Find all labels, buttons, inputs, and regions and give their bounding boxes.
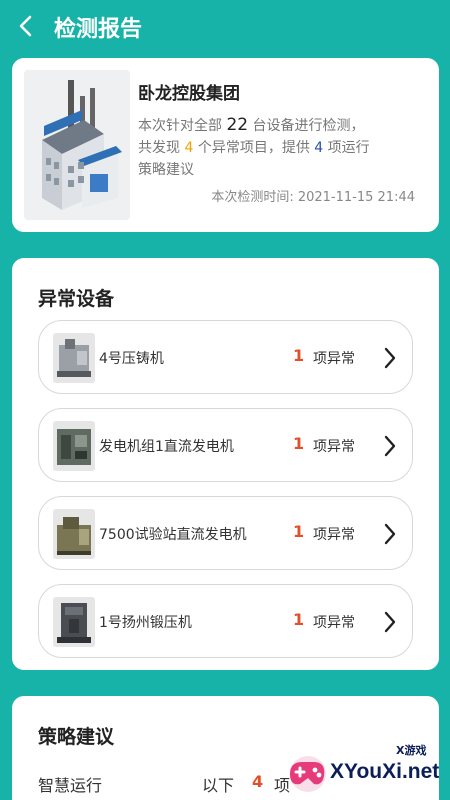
device-name: 7500试验站直流发电机	[99, 527, 247, 543]
abnormal-unit: 项异常	[313, 527, 355, 543]
top-bar: 检测报告	[0, 0, 450, 52]
device-name: 发电机组1直流发电机	[99, 439, 234, 455]
chevron-right-icon	[384, 611, 396, 633]
detection-time: 本次检测时间: 2021-11-15 21:44	[211, 190, 415, 205]
watermark-text: XYouXi.net	[330, 760, 440, 783]
device-thumbnail	[53, 509, 95, 559]
device-thumbnail	[53, 333, 95, 383]
chevron-right-icon	[384, 523, 396, 545]
summary-description: 本次针对全部 22 台设备进行检测， 共发现 4 个异常项目，提供 4 项运行 …	[138, 115, 370, 178]
factory-building-image	[24, 70, 130, 220]
page-title: 检测报告	[54, 17, 143, 42]
device-item[interactable]: 4号压铸机 1 项异常	[38, 320, 413, 394]
watermark-subtext: X游戏	[396, 744, 427, 757]
company-name: 卧龙控股集团	[138, 84, 240, 104]
summary-card: 卧龙控股集团 本次针对全部 22 台设备进行检测， 共发现 4 个异常项目，提供…	[12, 58, 439, 232]
strategy-number: 4	[252, 772, 264, 791]
watermark: X游戏 XYouXi.net	[282, 738, 446, 798]
chevron-right-icon	[384, 347, 396, 369]
back-icon[interactable]	[14, 12, 38, 40]
abnormal-item-count: 4	[184, 140, 194, 156]
abnormal-count: 1	[293, 434, 305, 453]
abnormal-count: 1	[293, 610, 305, 629]
gamepad-logo-icon	[290, 756, 326, 792]
device-name: 1号扬州锻压机	[99, 615, 192, 631]
device-item[interactable]: 7500试验站直流发电机 1 项异常	[38, 496, 413, 570]
section-title-strategy: 策略建议	[38, 726, 115, 748]
device-name: 4号压铸机	[99, 351, 164, 367]
abnormal-count: 1	[293, 522, 305, 541]
device-total-count: 22	[226, 115, 249, 135]
device-thumbnail	[53, 597, 95, 647]
strategy-label: 智慧运行	[38, 776, 103, 795]
abnormal-unit: 项异常	[313, 615, 355, 631]
device-thumbnail	[53, 421, 95, 471]
device-item[interactable]: 发电机组1直流发电机 1 项异常	[38, 408, 413, 482]
strategy-count: 4	[314, 140, 324, 156]
chevron-right-icon	[384, 435, 396, 457]
abnormal-unit: 项异常	[313, 439, 355, 455]
abnormal-devices-card: 异常设备 4号压铸机 1 项异常 发电机组1直流发电机 1 项异常 7500试验…	[12, 258, 439, 670]
strategy-pre-text: 以下	[202, 776, 235, 795]
abnormal-unit: 项异常	[313, 351, 355, 367]
section-title-abnormal: 异常设备	[38, 288, 115, 310]
device-item[interactable]: 1号扬州锻压机 1 项异常	[38, 584, 413, 658]
abnormal-count: 1	[293, 346, 305, 365]
